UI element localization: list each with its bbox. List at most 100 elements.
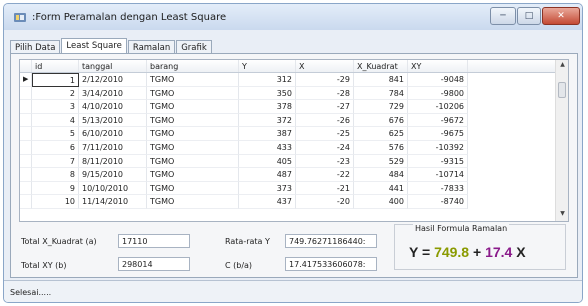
minimize-button[interactable]: ─ [490, 7, 516, 25]
cell-barang[interactable]: TGMO [147, 168, 239, 182]
cell-barang[interactable]: TGMO [147, 154, 239, 169]
column-header-x[interactable]: X [296, 60, 354, 72]
cell-x-kuadrat[interactable]: 676 [354, 113, 408, 128]
cell-x-kuadrat[interactable]: 441 [354, 181, 408, 196]
cell-barang[interactable]: TGMO [147, 127, 239, 141]
cell-y[interactable]: 433 [239, 140, 296, 155]
cell-id[interactable]: 4 [32, 113, 79, 128]
cell-xy[interactable]: -9048 [408, 73, 468, 87]
cell-y[interactable]: 312 [239, 73, 296, 87]
maximize-button[interactable]: □ [517, 7, 541, 25]
cell-id[interactable]: 5 [32, 127, 79, 141]
tab-ramalan[interactable]: Ramalan [127, 40, 176, 54]
row-header[interactable] [20, 140, 32, 155]
scroll-up-icon[interactable]: ▲ [556, 61, 568, 68]
cell-x[interactable]: -24 [296, 140, 354, 155]
row-header[interactable] [20, 113, 32, 128]
cell-y[interactable]: 378 [239, 100, 296, 114]
cell-barang[interactable]: TGMO [147, 73, 239, 87]
table-row[interactable]: 8 9/15/2010 TGMO 487 -22 484 -10714 [20, 168, 568, 182]
cell-xy[interactable]: -9800 [408, 86, 468, 101]
cell-barang[interactable]: TGMO [147, 140, 239, 155]
cell-y[interactable]: 487 [239, 168, 296, 182]
tab-pilih-data[interactable]: Pilih Data [10, 40, 61, 54]
cell-xy[interactable]: -9672 [408, 113, 468, 128]
table-row[interactable]: 4 5/13/2010 TGMO 372 -26 676 -9672 [20, 113, 568, 128]
cell-id[interactable]: 7 [32, 154, 79, 169]
cell-xy[interactable]: -7833 [408, 181, 468, 196]
total-xy-field[interactable]: 298014 [118, 257, 190, 271]
cell-x[interactable]: -26 [296, 113, 354, 128]
cell-id[interactable]: 10 [32, 195, 79, 209]
cell-x[interactable]: -23 [296, 154, 354, 169]
cell-xy[interactable]: -10392 [408, 140, 468, 155]
table-row[interactable]: 3 4/10/2010 TGMO 378 -27 729 -10206 [20, 100, 568, 114]
cell-x[interactable]: -28 [296, 86, 354, 101]
cell-x-kuadrat[interactable]: 484 [354, 168, 408, 182]
row-header[interactable] [20, 127, 32, 141]
cell-x-kuadrat[interactable]: 529 [354, 154, 408, 169]
cell-x[interactable]: -25 [296, 127, 354, 141]
cell-x-kuadrat[interactable]: 400 [354, 195, 408, 209]
cell-x-kuadrat[interactable]: 625 [354, 127, 408, 141]
cell-tanggal[interactable]: 4/10/2010 [79, 100, 147, 114]
cell-y[interactable]: 387 [239, 127, 296, 141]
cell-xy[interactable]: -10714 [408, 168, 468, 182]
cell-x[interactable]: -27 [296, 100, 354, 114]
tab-least-square[interactable]: Least Square [61, 38, 127, 54]
cell-barang[interactable]: TGMO [147, 86, 239, 101]
cell-x[interactable]: -29 [296, 73, 354, 87]
current-row-indicator-icon[interactable]: ▶ [20, 73, 32, 87]
total-x-kuadrat-field[interactable]: 17110 [118, 234, 190, 248]
tab-grafik[interactable]: Grafik [176, 40, 212, 54]
row-header[interactable] [20, 168, 32, 182]
row-header[interactable] [20, 86, 32, 101]
scroll-thumb[interactable] [558, 82, 566, 98]
scroll-down-icon[interactable]: ▼ [556, 210, 568, 217]
table-row[interactable]: 2 3/14/2010 TGMO 350 -28 784 -9800 [20, 86, 568, 101]
column-header-x-kuadrat[interactable]: X_Kuadrat [354, 60, 408, 72]
cell-x-kuadrat[interactable]: 729 [354, 100, 408, 114]
cell-tanggal[interactable]: 3/14/2010 [79, 86, 147, 101]
cell-barang[interactable]: TGMO [147, 195, 239, 209]
cell-y[interactable]: 350 [239, 86, 296, 101]
cell-tanggal[interactable]: 8/11/2010 [79, 154, 147, 169]
cell-barang[interactable]: TGMO [147, 113, 239, 128]
cell-tanggal[interactable]: 6/10/2010 [79, 127, 147, 141]
cell-x-kuadrat[interactable]: 784 [354, 86, 408, 101]
table-row[interactable]: 10 11/14/2010 TGMO 437 -20 400 -8740 [20, 195, 568, 209]
cell-id[interactable]: 9 [32, 181, 79, 196]
cell-y[interactable]: 437 [239, 195, 296, 209]
cell-xy[interactable]: -8740 [408, 195, 468, 209]
cell-id[interactable]: 3 [32, 100, 79, 114]
table-row[interactable]: 7 8/11/2010 TGMO 405 -23 529 -9315 [20, 154, 568, 169]
table-row[interactable]: 5 6/10/2010 TGMO 387 -25 625 -9675 [20, 127, 568, 141]
cell-tanggal[interactable]: 5/13/2010 [79, 113, 147, 128]
cell-xy[interactable]: -9315 [408, 154, 468, 169]
row-header[interactable] [20, 195, 32, 209]
column-header-y[interactable]: Y [239, 60, 296, 72]
cell-barang[interactable]: TGMO [147, 100, 239, 114]
close-button[interactable]: ✕ [542, 7, 580, 25]
cell-barang[interactable]: TGMO [147, 181, 239, 196]
cell-tanggal[interactable]: 2/12/2010 [79, 73, 147, 87]
table-row[interactable]: 9 10/10/2010 TGMO 373 -21 441 -7833 [20, 181, 568, 196]
cell-x-kuadrat[interactable]: 576 [354, 140, 408, 155]
column-header-tanggal[interactable]: tanggal [79, 60, 147, 72]
cell-xy[interactable]: -9675 [408, 127, 468, 141]
cell-id[interactable]: 1 [32, 73, 79, 87]
cell-tanggal[interactable]: 9/15/2010 [79, 168, 147, 182]
cell-y[interactable]: 373 [239, 181, 296, 196]
cell-id[interactable]: 8 [32, 168, 79, 182]
vertical-scrollbar[interactable]: ▲ ▼ [555, 60, 568, 221]
row-header[interactable] [20, 100, 32, 114]
cell-x[interactable]: -21 [296, 181, 354, 196]
rata-rata-y-field[interactable]: 749.76271186440: [285, 234, 377, 248]
column-header-id[interactable]: id [32, 60, 79, 72]
row-header[interactable] [20, 181, 32, 196]
cell-x-kuadrat[interactable]: 841 [354, 73, 408, 87]
row-header[interactable] [20, 154, 32, 169]
cell-x[interactable]: -22 [296, 168, 354, 182]
column-header-xy[interactable]: XY [408, 60, 468, 72]
cell-y[interactable]: 405 [239, 154, 296, 169]
